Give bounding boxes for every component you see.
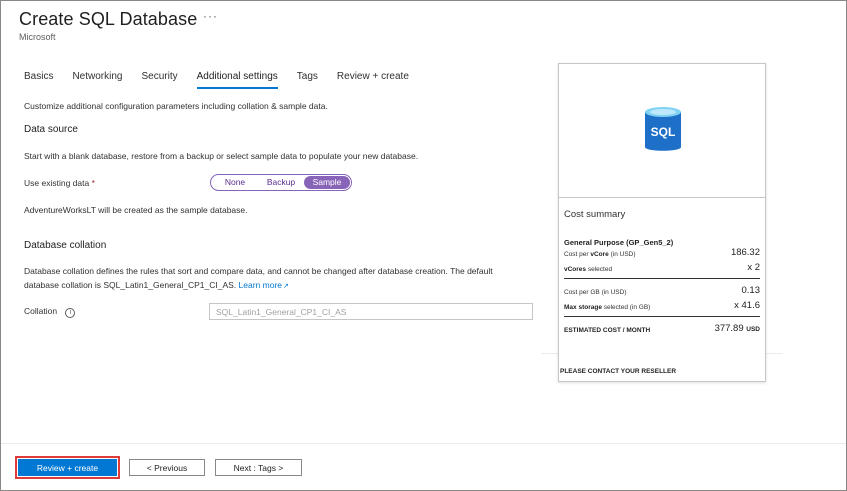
tab-tags[interactable]: Tags	[297, 71, 318, 88]
collation-label: Collation i	[24, 304, 76, 318]
data-source-description: Start with a blank database, restore fro…	[24, 151, 419, 161]
use-existing-data-label-text: Use existing data	[24, 178, 90, 188]
tab-additional-settings[interactable]: Additional settings	[196, 71, 278, 89]
cost-summary-card: SQL Cost summary General Purpose (GP_Gen…	[558, 63, 766, 382]
external-link-icon[interactable]: ↗	[283, 280, 289, 294]
tier-row: General Purpose (GP_Gen5_2)	[564, 236, 760, 247]
cost-per-vcore-label: Cost per	[564, 251, 591, 258]
option-backup[interactable]: Backup	[258, 176, 304, 189]
cost-per-vcore-row: Cost per vCore (in USD) 186.32	[564, 247, 760, 258]
tab-review-create[interactable]: Review + create	[337, 71, 409, 88]
cost-per-gb-row: Cost per GB (in USD) 0.13	[564, 285, 760, 296]
sample-db-note: AdventureWorksLT will be created as the …	[24, 205, 248, 215]
cost-per-gb-value: 0.13	[741, 285, 761, 296]
max-storage-row: Max storage selected (in GB) x 41.6	[564, 300, 760, 311]
max-storage-value: x 41.6	[734, 300, 760, 311]
collation-description-line-2-text: database collation is SQL_Latin1_General…	[24, 280, 237, 290]
estimated-cost-label: ESTIMATED COST / MONTH	[564, 327, 651, 334]
page-title: Create SQL Database	[19, 9, 198, 29]
cost-per-vcore-bold: vCore	[590, 251, 609, 258]
previous-button[interactable]: < Previous	[129, 459, 205, 476]
sql-icon-label: SQL	[651, 125, 676, 139]
next-tags-button[interactable]: Next : Tags >	[215, 459, 302, 476]
cost-divider-1	[564, 278, 760, 279]
cost-divider-2	[564, 316, 760, 317]
collation-description: Database collation defines the rules tha…	[24, 264, 493, 294]
cost-per-gb-unit: (in USD)	[599, 289, 627, 296]
footer-divider	[1, 443, 846, 444]
collation-description-line-2: database collation is SQL_Latin1_General…	[24, 278, 493, 294]
collation-label-text: Collation	[24, 306, 58, 316]
page-subtitle: Microsoft	[19, 32, 56, 42]
tab-basics[interactable]: Basics	[24, 71, 53, 88]
data-source-heading: Data source	[24, 124, 78, 135]
collation-field[interactable]	[209, 303, 533, 320]
sql-database-icon: SQL	[645, 107, 681, 151]
cost-per-vcore-value: 186.32	[730, 247, 760, 258]
card-divider	[559, 197, 765, 198]
info-icon[interactable]: i	[65, 308, 76, 318]
tab-bar: Basics Networking Security Additional se…	[24, 71, 428, 89]
use-existing-data-label: Use existing data *	[24, 176, 95, 190]
estimated-cost-value: 377.89	[714, 323, 744, 334]
tab-networking[interactable]: Networking	[72, 71, 122, 88]
cost-summary-title: Cost summary	[564, 209, 626, 220]
option-none[interactable]: None	[212, 176, 258, 189]
intro-text: Customize additional configuration param…	[24, 101, 328, 111]
cost-details: General Purpose (GP_Gen5_2) Cost per vCo…	[564, 236, 760, 334]
option-sample[interactable]: Sample	[304, 176, 350, 189]
review-create-button[interactable]: Review + create	[15, 456, 120, 479]
collation-description-line-1: Database collation defines the rules tha…	[24, 266, 493, 276]
cost-per-vcore-unit: (in USD)	[608, 251, 636, 258]
cost-per-gb-label: Cost per GB	[564, 289, 600, 296]
contact-reseller-text: PLEASE CONTACT YOUR RESELLER	[560, 368, 677, 375]
vcores-bold: vCores	[564, 266, 587, 273]
estimated-cost-row: ESTIMATED COST / MONTH 377.89 USD	[564, 323, 760, 334]
vcores-row: vCores selected x 2	[564, 262, 760, 273]
more-options-icon[interactable]: ···	[203, 9, 218, 23]
learn-more-link[interactable]: Learn more	[239, 280, 282, 290]
vcores-label: selected	[586, 266, 613, 273]
required-marker: *	[91, 178, 95, 188]
tab-security[interactable]: Security	[141, 71, 177, 88]
max-storage-bold: Max storage	[564, 304, 602, 311]
existing-data-selector: None Backup Sample	[210, 174, 352, 191]
vcores-value: x 2	[747, 262, 760, 273]
tier-name: General Purpose (GP_Gen5_2)	[564, 238, 674, 247]
max-storage-label: selected (in GB)	[601, 304, 651, 311]
estimated-cost-currency: USD	[746, 326, 760, 333]
collation-heading: Database collation	[24, 240, 107, 251]
